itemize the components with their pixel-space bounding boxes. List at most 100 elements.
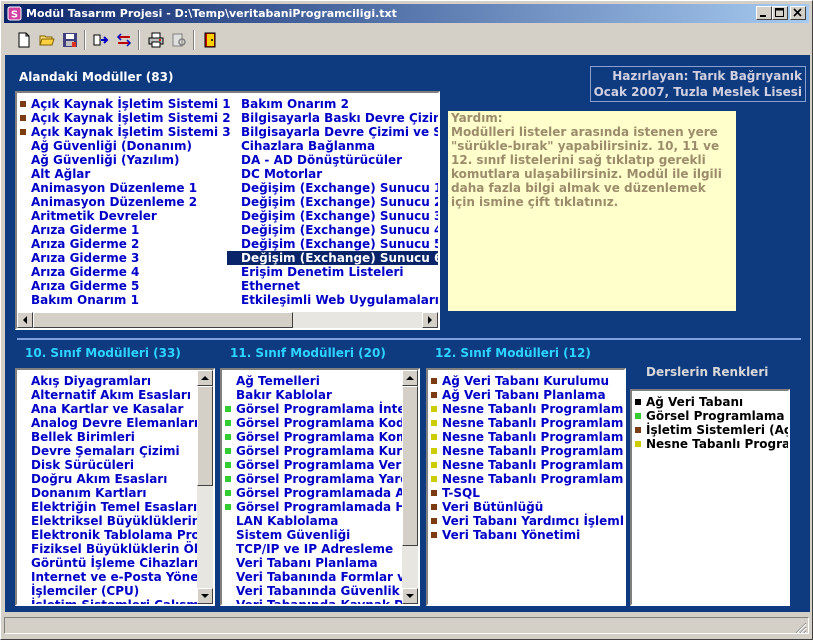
resize-grip-icon[interactable] [795, 622, 807, 634]
list-item[interactable]: Donanım Kartları [17, 486, 197, 500]
new-button[interactable] [14, 30, 34, 50]
maximize-button[interactable] [772, 6, 788, 20]
list-item[interactable]: Görsel Programlama Kod Parçaları [222, 416, 402, 430]
scroll-up-button[interactable] [197, 370, 213, 386]
open-button[interactable] [37, 30, 57, 50]
list-item[interactable]: Etkileşimli Web Uygulamaları 1 [227, 293, 438, 307]
scroll-left-button[interactable] [17, 312, 33, 328]
list-item[interactable]: Disk Sürücüleri [17, 458, 197, 472]
minimize-button[interactable] [756, 6, 772, 20]
list-item[interactable]: Veri Tabanında Güvenlik [222, 584, 402, 598]
move-button[interactable] [91, 30, 111, 50]
list-item[interactable]: LAN Kablolama [222, 514, 402, 528]
list-item[interactable]: Elektriksel Büyüklüklerin Ölçülmesi [17, 514, 197, 528]
list-item[interactable]: TCP/IP ve IP Adresleme [222, 542, 402, 556]
list-item[interactable]: Değişim (Exchange) Sunucu 5 [227, 237, 438, 251]
list-item[interactable]: Ethernet [227, 279, 438, 293]
list-item[interactable]: Nesne Tabanlı Programlama 2 [428, 416, 624, 430]
list-item[interactable]: Veri Tabanı Planlama [222, 556, 402, 570]
list-item[interactable]: Bakım Onarım 1 [17, 293, 227, 307]
list-item[interactable]: Elektronik Tablolama Programı [17, 528, 197, 542]
list-item[interactable]: Bilgisayarla Devre Çizimi ve Simülasyon [227, 125, 438, 139]
list-item[interactable]: Değişim (Exchange) Sunucu 1 [227, 181, 438, 195]
list-item[interactable]: Veri Tabanı Yönetimi [428, 528, 624, 542]
exit-button[interactable] [200, 30, 220, 50]
list-item[interactable]: Elektriğin Temel Esasları [17, 500, 197, 514]
list-item[interactable]: Görsel Programlama Kuruluş [222, 444, 402, 458]
list-item[interactable]: Ağ Güvenliği (Donanım) [17, 139, 227, 153]
list-item[interactable]: Açık Kaynak İşletim Sistemi 3 [17, 125, 231, 139]
list-item[interactable]: Animasyon Düzenleme 2 [17, 195, 227, 209]
list-item[interactable]: Aritmetik Devreler [17, 209, 227, 223]
list-item[interactable]: Devre Şemaları Çizimi [17, 444, 197, 458]
list-item[interactable]: Bellek Birimleri [17, 430, 197, 444]
grade-10-vertical-scrollbar[interactable] [197, 370, 213, 604]
list-item[interactable]: Açık Kaynak İşletim Sistemi 2 [17, 111, 231, 125]
scroll-right-button[interactable] [422, 312, 438, 328]
list-item[interactable]: Arıza Giderme 5 [17, 279, 227, 293]
available-horizontal-scrollbar[interactable] [17, 312, 438, 328]
scroll-up-button[interactable] [402, 370, 418, 386]
list-item[interactable]: Değişim (Exchange) Sunucu 2 [227, 195, 438, 209]
list-item[interactable]: DC Motorlar [227, 167, 438, 181]
close-button[interactable] [790, 6, 806, 20]
list-item[interactable]: Arıza Giderme 3 [17, 251, 227, 265]
list-item[interactable]: Görsel Programlama Yardımcıları [222, 472, 402, 486]
list-item[interactable]: Arıza Giderme 4 [17, 265, 227, 279]
list-item[interactable]: Görsel Programlamada Hatalar [222, 500, 402, 514]
list-item[interactable]: Cihazlara Bağlanma [227, 139, 438, 153]
title-bar[interactable]: S Modül Tasarım Projesi - D:\Temp\verita… [4, 4, 809, 23]
list-item[interactable]: Veri Bütünlüğü [428, 500, 624, 514]
list-item[interactable]: Değişim (Exchange) Sunucu 6 [227, 251, 438, 265]
scroll-down-button[interactable] [197, 588, 213, 604]
compare-button[interactable] [114, 30, 134, 50]
list-item[interactable]: Ağ Veri Tabanı Planlama [428, 388, 624, 402]
list-item[interactable]: Nesne Tabanlı Programlama 3 [428, 430, 624, 444]
list-item[interactable]: Görsel Programlama Komutları [222, 430, 402, 444]
list-item[interactable]: Arıza Giderme 1 [17, 223, 227, 237]
list-item[interactable]: Erişim Denetim Listeleri [227, 265, 438, 279]
list-item[interactable]: Akış Diyagramları [17, 374, 197, 388]
list-item[interactable]: Sistem Güvenliği [222, 528, 402, 542]
list-item[interactable]: Internet ve e-Posta Yönetimi [17, 570, 197, 584]
list-item[interactable]: Nesne Tabanlı Programlama 6 [428, 472, 624, 486]
vertical-scroll-thumb[interactable] [197, 386, 213, 486]
list-item[interactable]: Nesne Tabanlı Programlama 4 [428, 444, 624, 458]
print-button[interactable] [146, 30, 166, 50]
list-item[interactable]: Animasyon Düzenleme 1 [17, 181, 227, 195]
grade-11-list[interactable]: Ağ Temelleri Bakır Kablolar Görsel Program… [220, 368, 420, 606]
list-item[interactable]: Alt Ağlar [17, 167, 227, 181]
list-item[interactable]: Ağ Veri Tabanı Kurulumu [428, 374, 624, 388]
list-item[interactable]: Bilgisayarla Baskı Devre Çizimi [227, 111, 438, 125]
list-item[interactable]: DA - AD Dönüştürücüler [227, 153, 438, 167]
list-item[interactable]: Ana Kartlar ve Kasalar [17, 402, 197, 416]
list-item[interactable]: T-SQL [428, 486, 624, 500]
list-item[interactable]: Değişim (Exchange) Sunucu 3 [227, 209, 438, 223]
list-item[interactable]: İşlemciler (CPU) [17, 584, 197, 598]
available-modules-list[interactable]: Açık Kaynak İşletim Sistemi 1 Açık Kaynak… [15, 91, 440, 330]
list-item[interactable]: Veri Tabanında Kaynak Dosyalar [222, 598, 402, 604]
list-item[interactable]: Nesne Tabanlı Programlama 5 [428, 458, 624, 472]
list-item[interactable]: Doğru Akım Esasları [17, 472, 197, 486]
print-preview-button[interactable] [169, 30, 189, 50]
save-button[interactable] [60, 30, 80, 50]
list-item[interactable]: Bakır Kablolar [222, 388, 402, 402]
list-item[interactable]: Bakım Onarım 2 [227, 97, 438, 111]
list-item[interactable]: Görüntü İşleme Cihazları [17, 556, 197, 570]
horizontal-scroll-thumb[interactable] [33, 312, 293, 328]
list-item[interactable]: Fiziksel Büyüklüklerin Ölçülmesi [17, 542, 197, 556]
list-item[interactable]: Ağ Temelleri [222, 374, 402, 388]
list-item[interactable]: Arıza Giderme 2 [17, 237, 227, 251]
list-item[interactable]: Görsel Programlama Veri Tabanı [222, 458, 402, 472]
list-item[interactable]: Görsel Programlama İnternet [222, 402, 402, 416]
list-item[interactable]: Ağ Güvenliği (Yazılım) [17, 153, 227, 167]
scroll-down-button[interactable] [402, 588, 418, 604]
list-item[interactable]: Analog Devre Elemanları [17, 416, 197, 430]
list-item[interactable]: Nesne Tabanlı Programlama 1 [428, 402, 624, 416]
grade-11-vertical-scrollbar[interactable] [402, 370, 418, 604]
list-item[interactable]: Açık Kaynak İşletim Sistemi 1 [17, 97, 231, 111]
list-item[interactable]: İşletim Sistemleri Çalışması [17, 598, 197, 604]
list-item[interactable]: Alternatif Akım Esasları [17, 388, 197, 402]
list-item[interactable]: Değişim (Exchange) Sunucu 4 [227, 223, 438, 237]
list-item[interactable]: Görsel Programlamada Arayüz [222, 486, 402, 500]
